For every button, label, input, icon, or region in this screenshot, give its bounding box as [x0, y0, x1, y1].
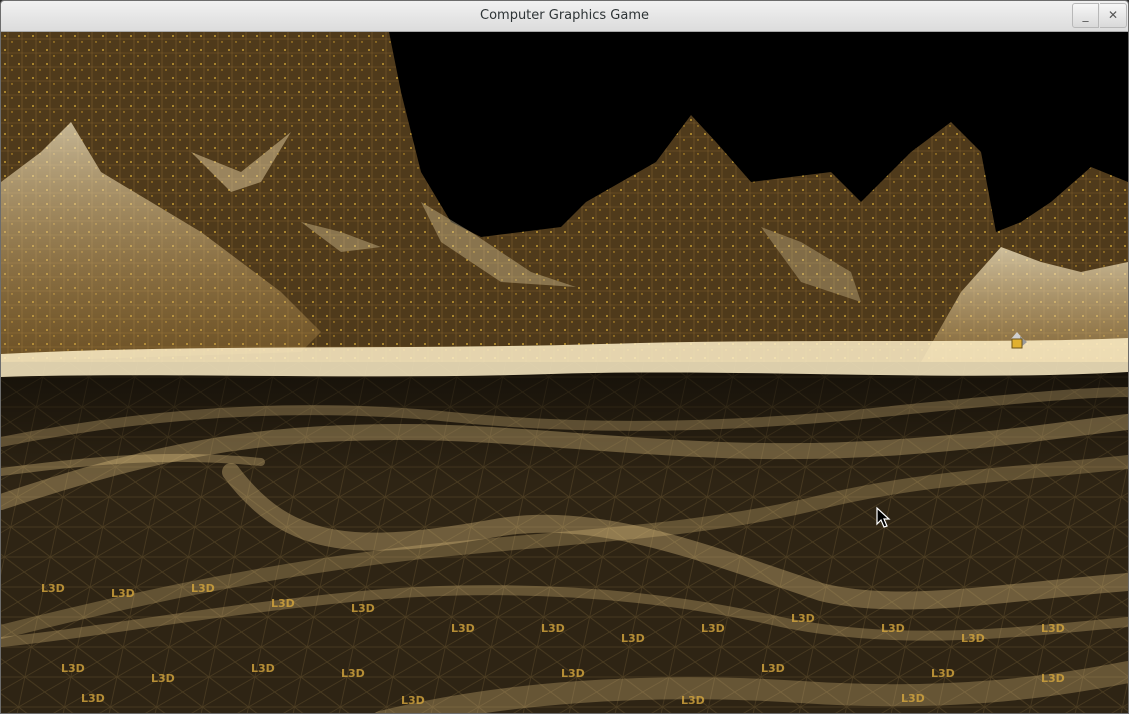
minimize-icon: _ [1082, 8, 1089, 22]
ground-label: L3D [541, 622, 565, 635]
ground-label: L3D [271, 597, 295, 610]
ground-label: L3D [351, 602, 375, 615]
ground-label: L3D [931, 667, 955, 680]
ground-label: L3D [561, 667, 585, 680]
ground-label: L3D [151, 672, 175, 685]
game-window: Computer Graphics Game _ ✕ L3D L3D L3D L… [0, 0, 1129, 714]
ground-label: L3D [61, 662, 85, 675]
ground-label: L3D [401, 694, 425, 707]
ground-label: L3D [451, 622, 475, 635]
ground-label: L3D [881, 622, 905, 635]
ground-label: L3D [81, 692, 105, 705]
window-title: Computer Graphics Game [480, 8, 649, 23]
ground-label: L3D [791, 612, 815, 625]
ground-label: L3D [681, 694, 705, 707]
ground-label: L3D [761, 662, 785, 675]
ground-label: L3D [621, 632, 645, 645]
terrain-scene: L3D L3D L3D L3D L3D L3D L3D L3D L3D L3D … [1, 32, 1128, 713]
ground-label: L3D [111, 587, 135, 600]
ground-label: L3D [901, 692, 925, 705]
minimize-button[interactable]: _ [1072, 3, 1099, 28]
ground-label: L3D [41, 582, 65, 595]
ground-label: L3D [961, 632, 985, 645]
ground-label: L3D [701, 622, 725, 635]
title-bar[interactable]: Computer Graphics Game _ ✕ [1, 1, 1128, 32]
ground-label: L3D [1041, 622, 1065, 635]
close-button[interactable]: ✕ [1100, 3, 1127, 28]
ground-label: L3D [341, 667, 365, 680]
ground-label: L3D [251, 662, 275, 675]
game-viewport[interactable]: L3D L3D L3D L3D L3D L3D L3D L3D L3D L3D … [1, 32, 1128, 713]
ground-label: L3D [191, 582, 215, 595]
close-icon: ✕ [1107, 8, 1119, 22]
ground-label: L3D [1041, 672, 1065, 685]
